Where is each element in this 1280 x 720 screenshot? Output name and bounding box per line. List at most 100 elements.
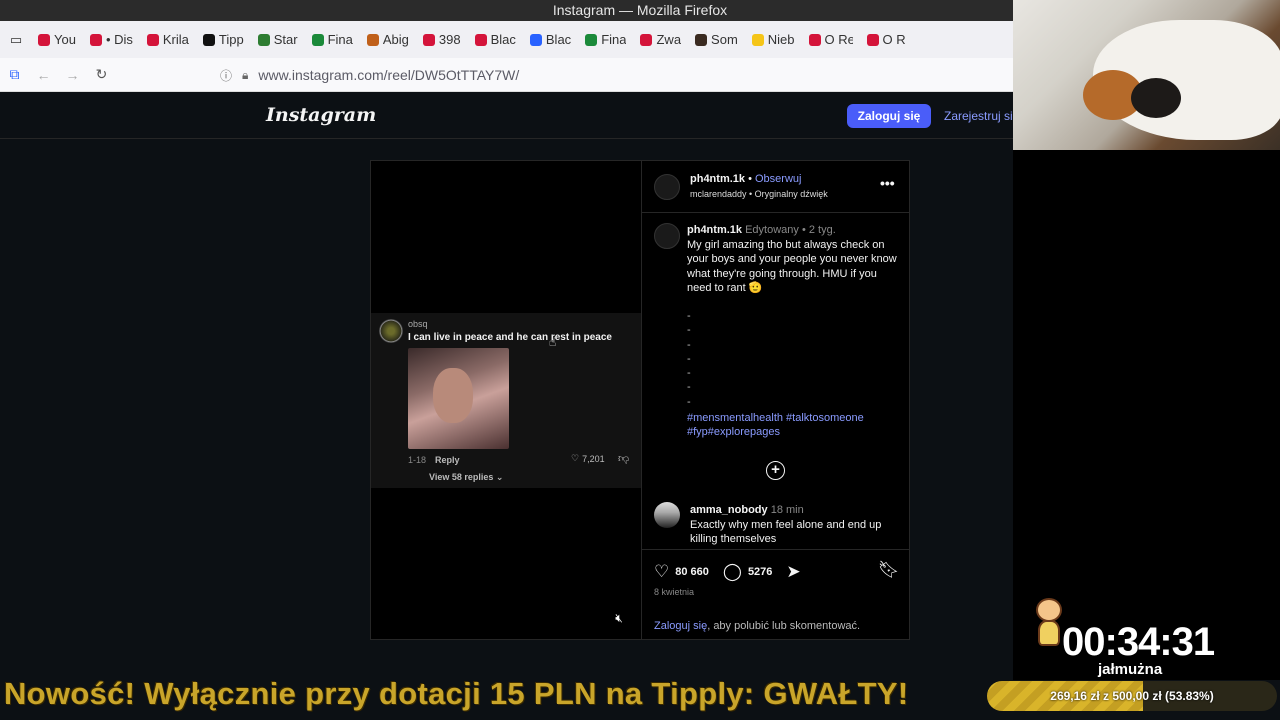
browser-tab[interactable]: Som [689,21,746,58]
caption-dash: - [687,367,691,380]
browser-tab[interactable]: Blac [469,21,524,58]
view-replies: View 58 replies ⌄ [429,472,504,482]
post-actions: ♡ 80 660 ◯ 5276 ➤ 🔖︎ 8 kwietnia Zaloguj … [642,549,910,639]
tab-label: You [54,32,76,47]
caption-dash: - [687,381,691,394]
tab-favicon-icon [89,33,102,46]
comment-photo [408,348,509,449]
tab-label: Abig [382,32,409,47]
browser-tab[interactable]: Fina [306,21,361,58]
tab-favicon-icon [422,33,435,46]
tab-label: Nieb [767,32,795,47]
browser-tab[interactable]: O Re [803,21,861,58]
author-avatar[interactable] [654,174,680,200]
commenter-avatar[interactable] [654,502,680,528]
follow-button[interactable]: Obserwuj [755,173,801,185]
post-sidebar: ph4ntm.1k • Obserwuj mclarendaddy • Oryg… [641,161,910,639]
post-date: 8 kwietnia [654,587,695,597]
browser-tab[interactable]: Blac [524,21,579,58]
tab-label: Blac [490,32,516,47]
post-header: ph4ntm.1k • Obserwuj mclarendaddy • Oryg… [642,161,910,213]
stream-timer: 00:34:31 [1062,620,1215,664]
lock-icon[interactable]: 🔒︎ [242,68,248,83]
info-icon[interactable]: ⓘ [220,67,232,84]
forward-button[interactable]: → [58,58,87,92]
tab-favicon-icon [695,33,708,46]
browser-tab[interactable]: 398 [417,21,469,58]
stream-banner: Nowość! Wyłącznie przy dotacji 15 PLN na… [4,676,909,711]
new-tab-icon[interactable]: ⧉ [0,58,29,92]
caption-dashes: ------- [687,309,691,409]
caption-username[interactable]: ph4ntm.1k [687,224,742,236]
caption-dash: - [687,338,691,351]
browser-tab[interactable]: Fina [579,21,634,58]
caption-text: My girl amazing tho but always check on … [687,238,897,295]
caption-dash: - [687,352,691,365]
tab-label: Zwa [656,32,682,47]
tab-favicon-icon [474,33,487,46]
more-options-icon[interactable]: ••• [880,175,895,191]
browser-tab[interactable]: Krila [141,21,197,58]
caption-meta: Edytowany • 2 tyg. [745,224,836,236]
like-count: 80 660 [675,566,709,578]
browser-tab[interactable]: You [32,21,84,58]
browser-tab[interactable]: Nieb [746,21,803,58]
author-username[interactable]: ph4ntm.1k [690,173,745,185]
url-text[interactable]: www.instagram.com/reel/DW5OtTTAY7W/ [258,67,519,83]
login-hint-text: , aby polubić lub skomentować. [707,620,861,632]
tab-label: Tipp [218,32,244,47]
instagram-logo[interactable]: Instagram [266,104,376,126]
mute-icon[interactable]: 🔇︎ [611,610,627,626]
tab-strip: ▭ You • Dis Krila Tipp Star Fina Abig 398 Blac Bl… [0,21,1013,58]
comment-time: 18 min [770,504,804,516]
browser-tab[interactable]: • Dis [84,21,141,58]
reel-post: obsq I can live in peace and he can rest… [370,160,910,640]
caption-dash: - [687,395,691,408]
tab-favicon-icon [640,33,653,46]
browser-tab[interactable]: Star [252,21,306,58]
browser-tab[interactable]: Abig [361,21,417,58]
audio-label[interactable]: mclarendaddy • Oryginalny dźwięk [690,189,828,199]
bookmark-icon[interactable]: 🔖︎ [878,560,900,580]
url-bar[interactable]: ⓘ 🔒︎ www.instagram.com/reel/DW5OtTTAY7W/ [212,62,1012,88]
caption-avatar[interactable] [654,223,680,249]
hand-cursor-icon: ☝ [549,335,557,349]
video-comment-card: obsq I can live in peace and he can rest… [371,313,641,488]
tab-favicon-icon [585,33,598,46]
tab-label: O Re [824,32,853,47]
register-link[interactable]: Zarejestruj się [944,109,1019,123]
tab-label: 398 [438,32,461,47]
tab-list-icon[interactable]: ▭ [0,21,32,58]
commenter-username[interactable]: amma_nobody [690,504,768,516]
tab-label: Krila [162,32,189,47]
like-heart-icon[interactable]: ♡ [654,562,669,582]
tab-favicon-icon [202,33,215,46]
tab-label: • Dis [105,32,133,47]
ig-header: Instagram Zaloguj się Zarejestruj się [0,92,1019,139]
tab-favicon-icon [808,33,821,46]
browser-tab[interactable]: Zwa [634,21,689,58]
comment-bubble-icon[interactable]: ◯ [723,562,742,582]
hashtags[interactable]: #mensmentalhealth #talktosomeone #fyp#ex… [687,411,897,439]
tab-favicon-icon [38,33,50,46]
tab-favicon-icon [529,33,542,46]
comment-text: I can live in peace and he can rest in p… [408,332,612,343]
load-more-icon[interactable]: + [766,461,785,480]
tab-label: Fina [601,32,627,47]
back-button[interactable]: ← [29,58,58,92]
comment-header: amma_nobody 18 min [690,504,804,516]
author-line: ph4ntm.1k • Obserwuj [690,173,802,185]
caption: ph4ntm.1k Edytowany • 2 tyg. My girl ama… [687,223,897,296]
reload-button[interactable]: ↻ [87,58,116,92]
login-hint-link[interactable]: Zaloguj się [654,620,707,632]
comment-avatar [379,319,403,343]
comment-meta: 1-18 [408,455,427,465]
browser-tab[interactable]: Tipp [197,21,252,58]
login-button[interactable]: Zaloguj się [847,104,931,128]
share-icon[interactable]: ➤ [786,562,800,582]
browser-tab[interactable]: O R [861,21,914,58]
reel-video[interactable]: obsq I can live in peace and he can rest… [371,161,641,639]
stream-timer-label: jałmużna [1098,661,1163,678]
action-row: ♡ 80 660 ◯ 5276 ➤ [654,562,801,582]
comment-username: obsq [408,319,428,329]
